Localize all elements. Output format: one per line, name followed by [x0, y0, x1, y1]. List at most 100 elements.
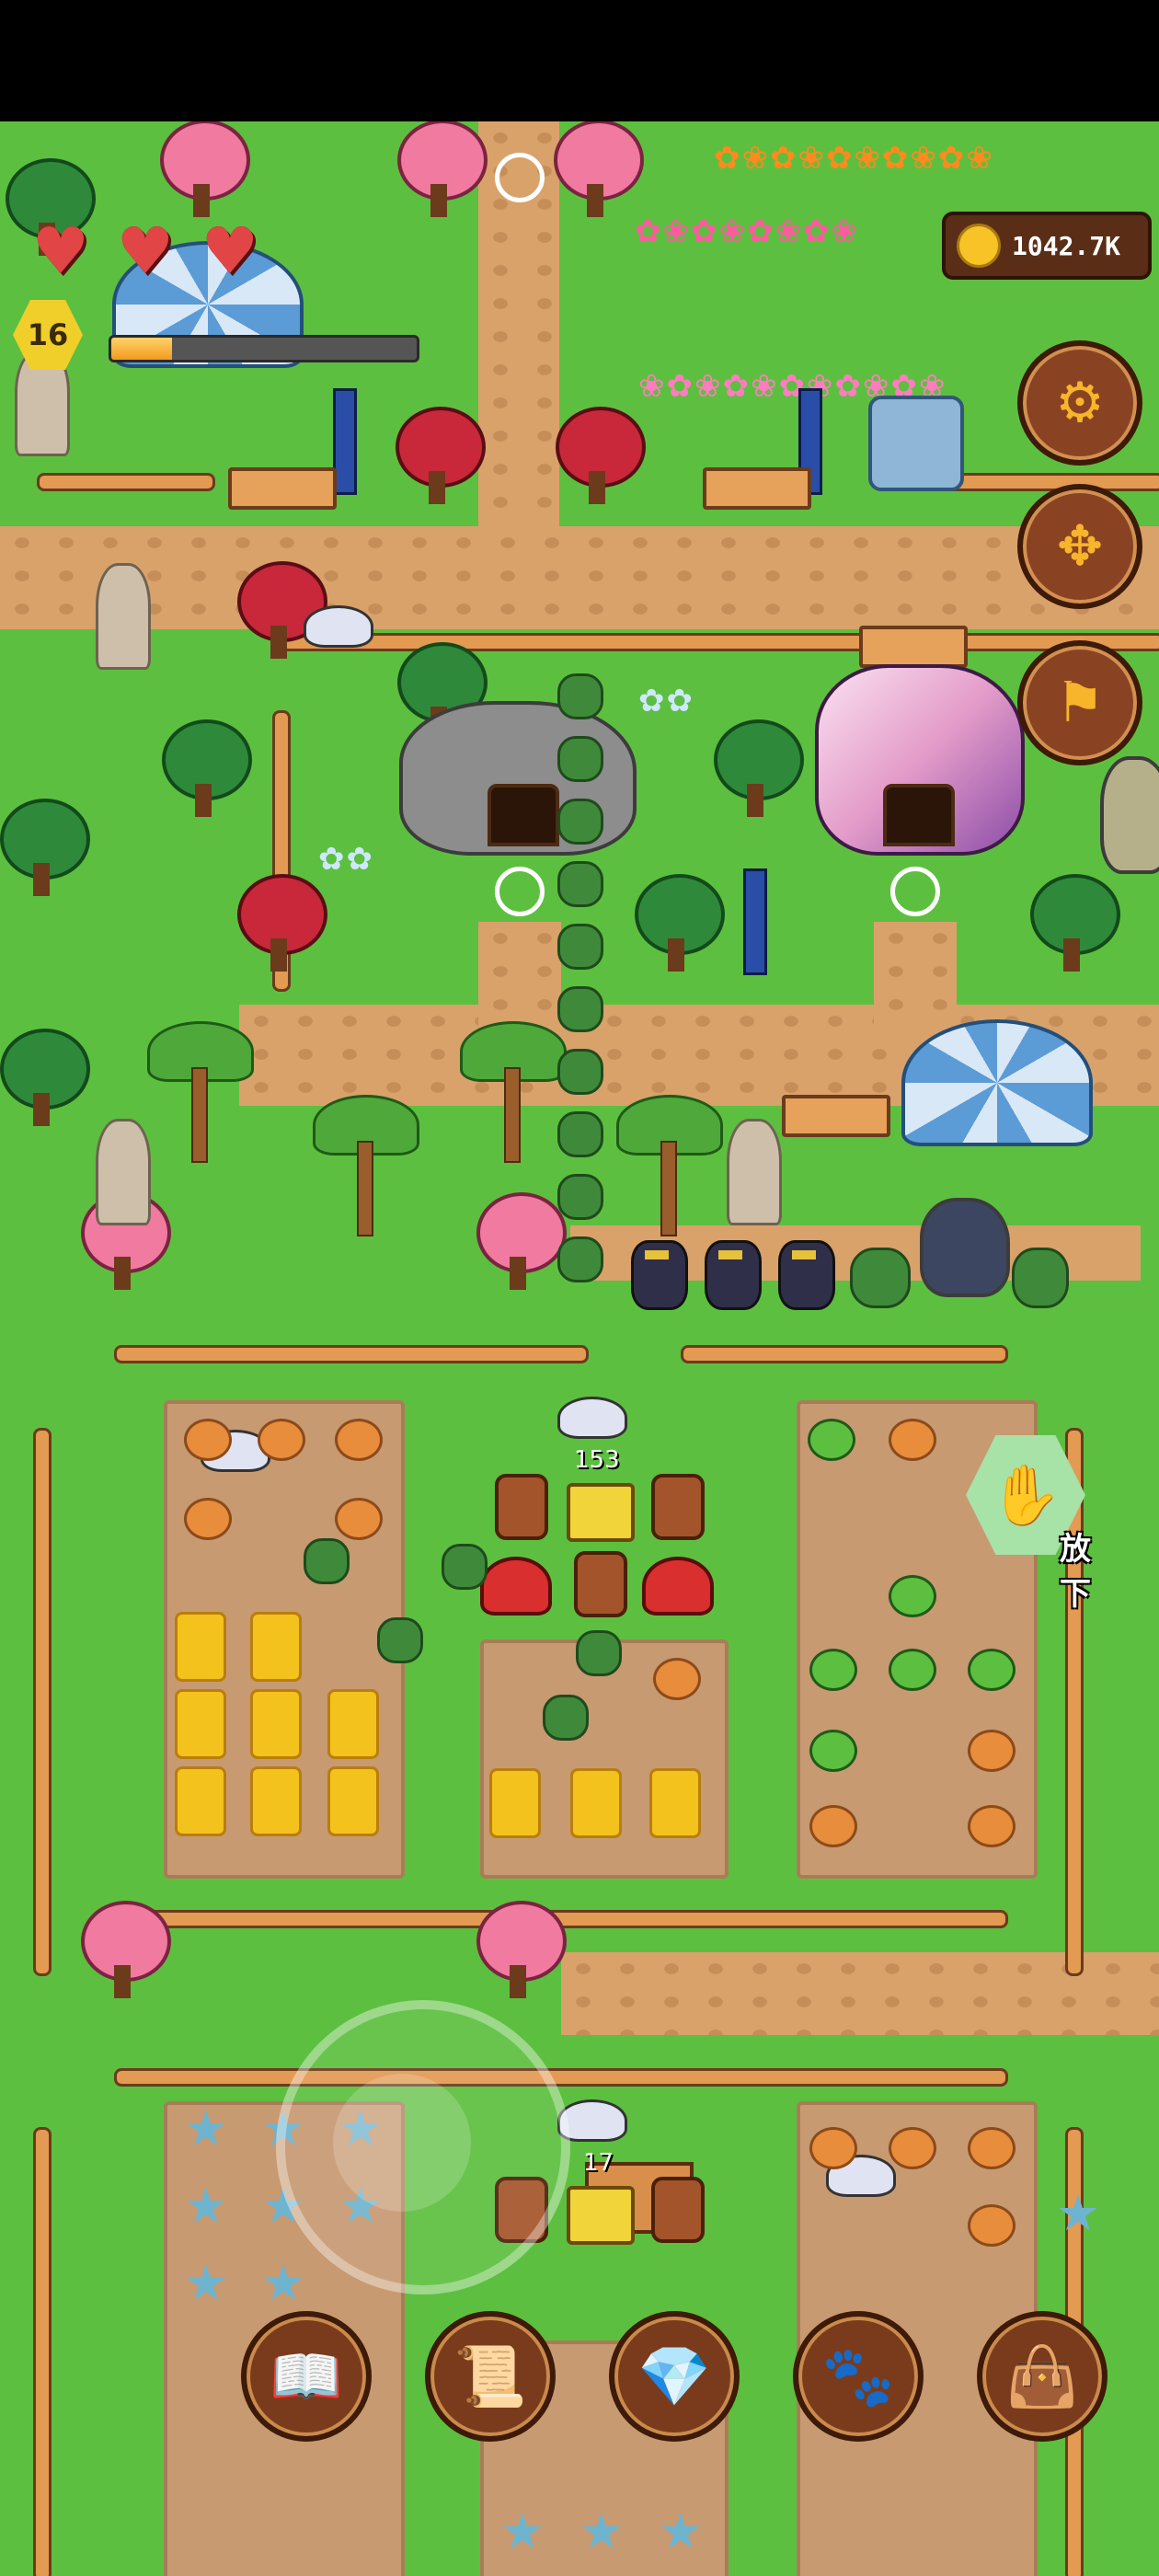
crop-seedling[interactable] [184, 1498, 232, 1540]
storage-chest[interactable] [567, 2186, 635, 2245]
wheat-crop[interactable] [570, 1768, 622, 1838]
put-down-button[interactable]: ✋ 放下 [957, 1435, 1104, 1613]
goblin-worker[interactable] [557, 799, 603, 845]
shop-button[interactable]: 💎 [609, 2311, 740, 2442]
map-scroll-button[interactable]: 📜 [425, 2311, 556, 2442]
flower-row-1: ✿❀✿❀✿❀✿❀✿❀ [714, 140, 994, 177]
goblin-worker[interactable] [850, 1248, 911, 1308]
crop-seedling[interactable] [968, 1649, 1016, 1691]
waypoint-marker[interactable] [495, 153, 545, 202]
flag-button[interactable]: ⚑ [1017, 640, 1142, 765]
crop-seedling[interactable] [184, 1419, 232, 1461]
robot-drone[interactable] [304, 605, 373, 648]
inventory-bag-button[interactable]: 👜 [977, 2311, 1107, 2442]
red-mushroom[interactable] [642, 1557, 714, 1616]
mine-entrance[interactable] [488, 784, 559, 846]
star-crop[interactable]: ★ [180, 2103, 232, 2155]
game-world[interactable]: ✿❀✿❀✿❀✿❀✿❀ ✿❀✿❀✿❀✿❀ ❀✿❀✿❀✿❀✿❀✿❀ ✿✿ ✿✿ 15… [0, 121, 1159, 2576]
wheat-crop[interactable] [327, 1766, 379, 1836]
crop-seedling[interactable] [335, 1498, 383, 1540]
crop-seedling[interactable] [889, 2127, 936, 2169]
goblin-worker[interactable] [377, 1617, 423, 1663]
crop-seedling[interactable] [889, 1575, 936, 1617]
crop-seedling[interactable] [809, 1730, 857, 1772]
crop-seedling[interactable] [889, 1419, 936, 1461]
crop-seedling[interactable] [968, 2204, 1016, 2247]
goblin-worker[interactable] [557, 673, 603, 719]
goblin-worker[interactable] [557, 1236, 603, 1282]
joystick-knob[interactable] [333, 2074, 471, 2212]
goblin-worker[interactable] [1012, 1248, 1069, 1308]
wheat-crop[interactable] [250, 1689, 302, 1759]
goblin-worker[interactable] [557, 924, 603, 970]
red-tree [237, 561, 327, 662]
red-tree [556, 407, 646, 508]
crop-seedling[interactable] [653, 1658, 701, 1700]
stone-statue [96, 1119, 151, 1225]
wooden-bench [228, 467, 337, 510]
crop-seedling[interactable] [808, 1419, 855, 1461]
goblin-worker[interactable] [557, 1174, 603, 1220]
status-bar [0, 0, 1159, 121]
wheat-crop[interactable] [250, 1766, 302, 1836]
wheat-crop[interactable] [175, 1612, 226, 1682]
red-tree [396, 407, 486, 508]
virtual-joystick[interactable] [276, 2000, 570, 2294]
wooden-bench [859, 626, 968, 668]
pets-button[interactable]: 🐾 [793, 2311, 924, 2442]
wheat-crop[interactable] [489, 1768, 541, 1838]
move-mode-button[interactable]: ✥ [1017, 484, 1142, 609]
pink-tree [397, 121, 488, 221]
crop-seedling[interactable] [809, 1649, 857, 1691]
goblin-worker[interactable] [442, 1544, 488, 1590]
waypoint-marker[interactable] [495, 867, 545, 916]
wheat-crop[interactable] [175, 1689, 226, 1759]
crop-seedling[interactable] [889, 1649, 936, 1691]
crop-seedling[interactable] [335, 1419, 383, 1461]
settings-button[interactable]: ⚙ [1017, 340, 1142, 466]
star-crop[interactable]: ★ [655, 2506, 706, 2558]
wooden-barrel[interactable] [495, 1474, 548, 1540]
wooden-barrel[interactable] [651, 2177, 705, 2243]
star-crop[interactable]: ★ [497, 2506, 548, 2558]
star-crop[interactable]: ★ [1052, 2188, 1104, 2239]
goblin-worker[interactable] [304, 1538, 350, 1584]
star-crop[interactable]: ★ [180, 2180, 232, 2232]
wolf-pet[interactable] [920, 1198, 1010, 1297]
flag-icon: ⚑ [1055, 671, 1105, 735]
wheat-crop[interactable] [250, 1612, 302, 1682]
goblin-worker[interactable] [557, 736, 603, 782]
crop-seedling[interactable] [968, 2127, 1016, 2169]
wheat-crop[interactable] [175, 1766, 226, 1836]
star-crop[interactable]: ★ [258, 2258, 309, 2309]
crop-seedling[interactable] [968, 1730, 1016, 1772]
crop-seedling[interactable] [968, 1805, 1016, 1847]
green-tree [0, 1029, 90, 1130]
wooden-barrel[interactable] [574, 1551, 627, 1617]
crystal-mine-entrance[interactable] [883, 784, 955, 846]
star-crop[interactable]: ★ [180, 2258, 232, 2309]
codex-book-button[interactable]: 📖 [241, 2311, 372, 2442]
star-crop[interactable]: ★ [576, 2506, 627, 2558]
crop-seedling[interactable] [809, 1805, 857, 1847]
armored-knight[interactable] [778, 1240, 835, 1310]
red-mushroom[interactable] [480, 1557, 552, 1616]
goblin-worker[interactable] [557, 1049, 603, 1095]
waypoint-marker[interactable] [890, 867, 940, 916]
wooden-barrel[interactable] [651, 1474, 705, 1540]
armored-knight[interactable] [631, 1240, 688, 1310]
wheat-crop[interactable] [649, 1768, 701, 1838]
coin-balance[interactable]: 1042.7K [942, 212, 1152, 280]
storage-chest[interactable] [567, 1483, 635, 1542]
goblin-worker[interactable] [557, 986, 603, 1032]
goblin-worker[interactable] [557, 1111, 603, 1157]
crop-seedling[interactable] [809, 2127, 857, 2169]
crop-seedling[interactable] [258, 1419, 305, 1461]
robot-drone[interactable] [557, 1397, 627, 1439]
goblin-worker[interactable] [576, 1630, 622, 1676]
goblin-worker[interactable] [557, 861, 603, 907]
paw-icon: 🐾 [821, 2342, 895, 2411]
goblin-worker[interactable] [543, 1695, 589, 1741]
wheat-crop[interactable] [327, 1689, 379, 1759]
armored-knight[interactable] [705, 1240, 762, 1310]
